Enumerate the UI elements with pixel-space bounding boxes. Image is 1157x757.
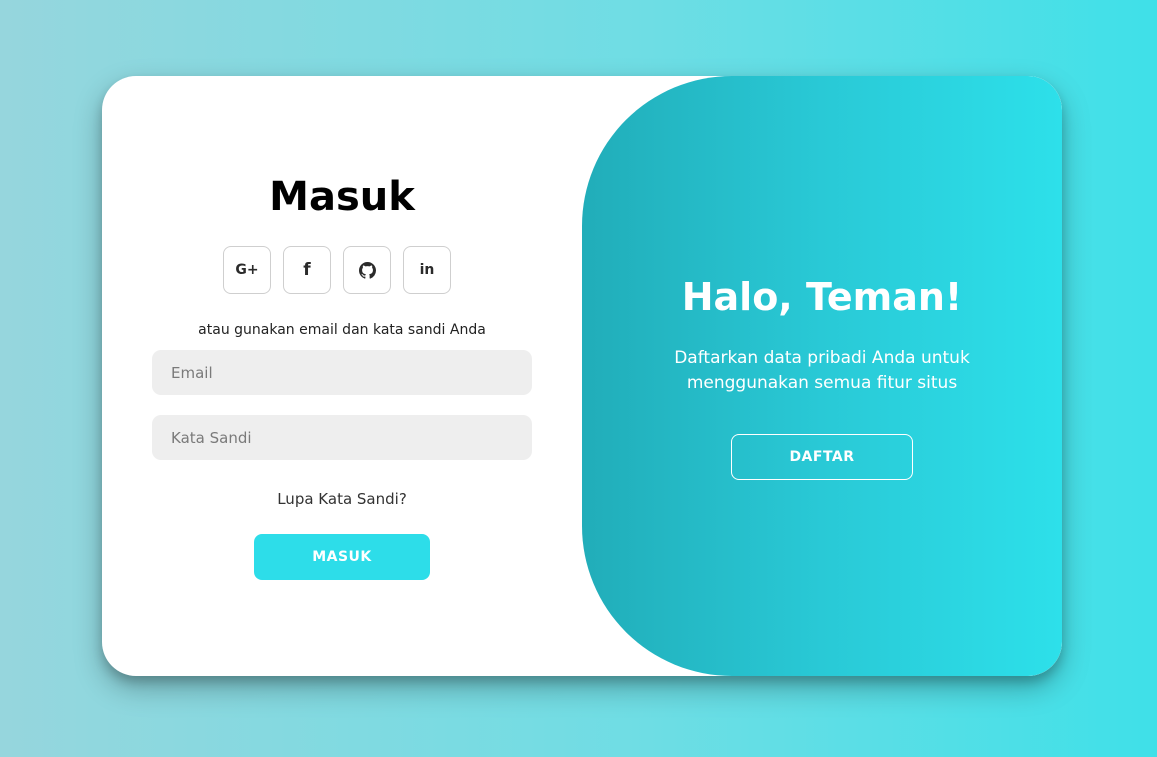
social-login-row: G+ f in [223, 246, 451, 294]
panel-title: Halo, Teman! [681, 275, 963, 319]
email-field[interactable] [152, 350, 532, 395]
facebook-button[interactable]: f [283, 246, 331, 294]
github-icon [358, 261, 376, 279]
signin-button[interactable]: MASUK [254, 534, 430, 580]
auth-card: Masuk G+ f in atau gunakan email dan kat… [102, 76, 1062, 676]
linkedin-button[interactable]: in [403, 246, 451, 294]
signin-title: Masuk [269, 174, 415, 220]
forgot-password-link[interactable]: Lupa Kata Sandi? [102, 490, 582, 508]
password-field[interactable] [152, 415, 532, 460]
alt-login-text: atau gunakan email dan kata sandi Anda [198, 322, 486, 338]
signup-button[interactable]: DAFTAR [731, 434, 913, 480]
google-plus-button[interactable]: G+ [223, 246, 271, 294]
signup-panel: Halo, Teman! Daftarkan data pribadi Anda… [582, 76, 1062, 676]
github-button[interactable] [343, 246, 391, 294]
facebook-icon: f [303, 260, 311, 280]
signin-form: Masuk G+ f in atau gunakan email dan kat… [102, 76, 582, 676]
google-plus-icon: G+ [235, 262, 259, 278]
linkedin-icon: in [419, 262, 435, 278]
panel-description: Daftarkan data pribadi Anda untuk menggu… [674, 348, 970, 393]
